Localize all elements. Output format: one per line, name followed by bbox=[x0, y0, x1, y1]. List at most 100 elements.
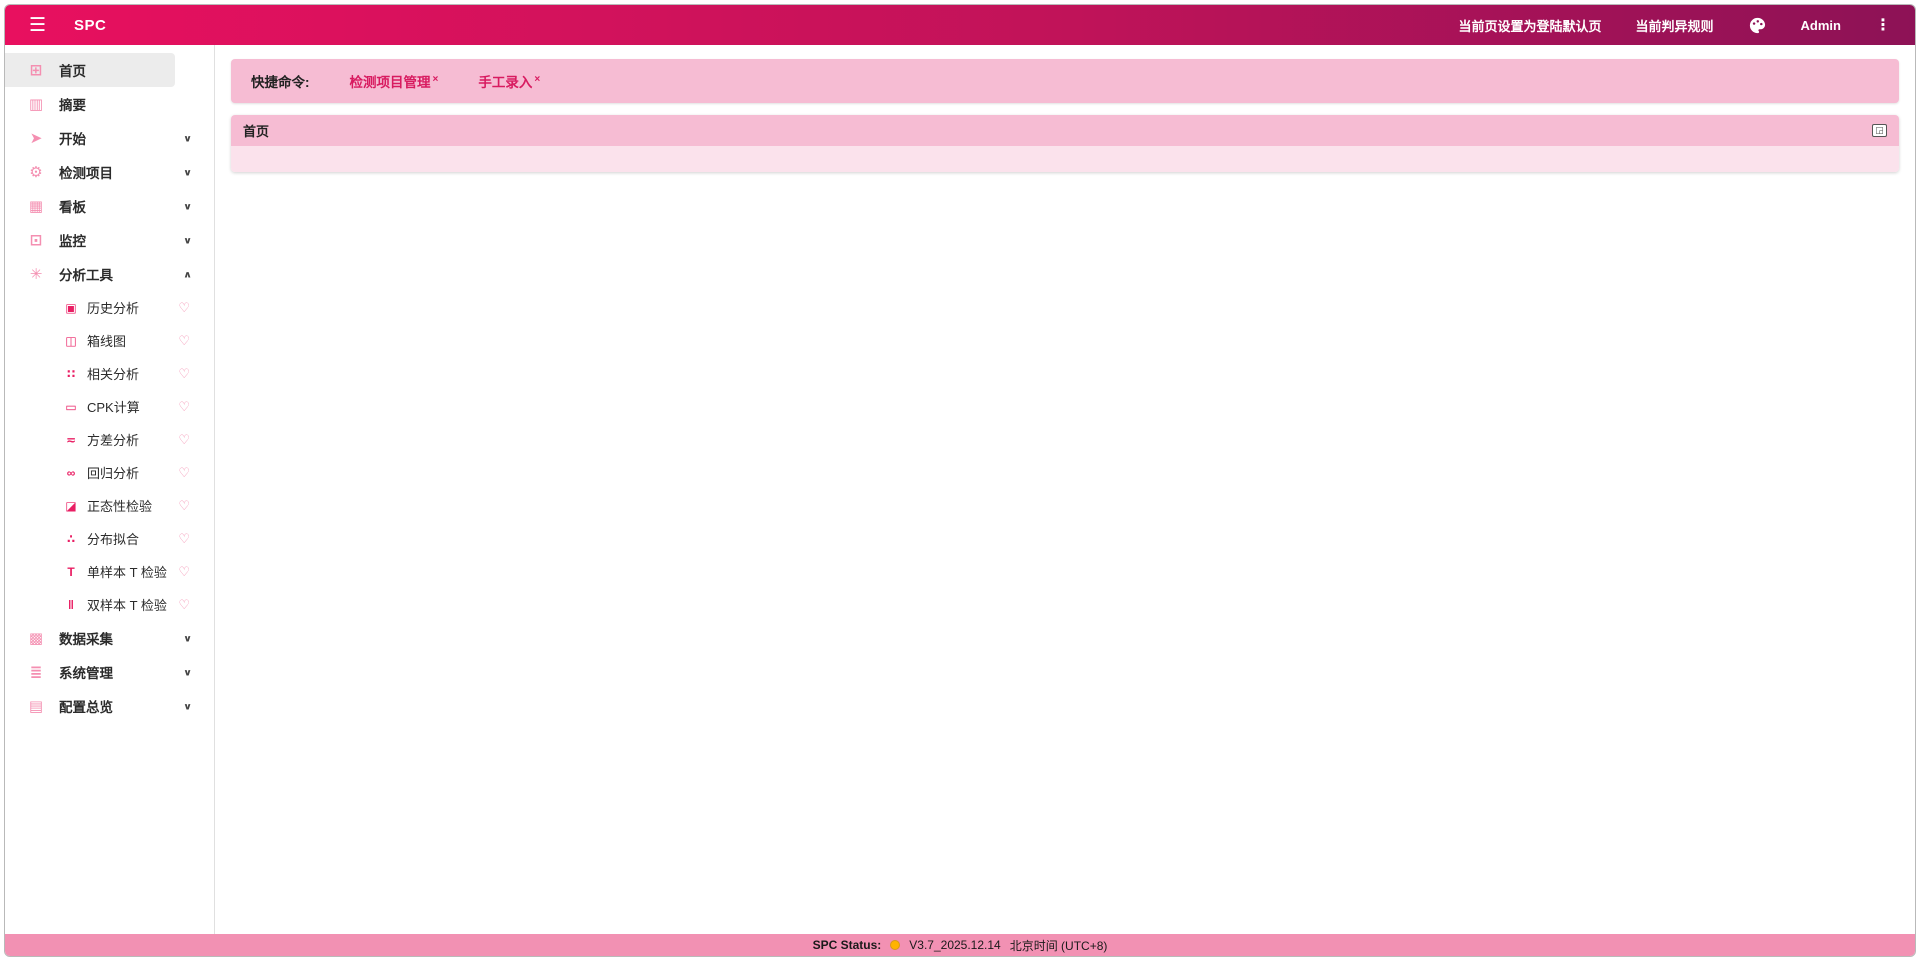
close-icon[interactable]: × bbox=[534, 74, 540, 85]
sidebar-subitem-box-plot[interactable]: ◫ 箱线图 ♡ bbox=[5, 324, 214, 357]
analysis-tools-icon: ✳ bbox=[27, 265, 45, 283]
sidebar-item-label: 监控 bbox=[59, 230, 86, 250]
status-dot-icon bbox=[890, 940, 900, 950]
sidebar-subitem-label: 单样本 T 检验 bbox=[87, 562, 167, 581]
sidebar-item-home[interactable]: ⊞首页 bbox=[5, 53, 175, 87]
sidebar-item-label: 看板 bbox=[59, 196, 86, 216]
sidebar-subitem-correlation-analysis[interactable]: ∷ 相关分析 ♡ bbox=[5, 357, 214, 390]
sidebar-item-config-overview[interactable]: ▤ 配置总览 ∨ bbox=[5, 689, 214, 723]
favorite-heart-icon[interactable]: ♡ bbox=[178, 498, 190, 514]
chevron-down-icon: ∨ bbox=[183, 700, 192, 711]
favorite-heart-icon[interactable]: ♡ bbox=[178, 432, 190, 448]
sidebar-item-label: 检测项目 bbox=[59, 162, 113, 182]
sidebar-item-label: 首页 bbox=[59, 60, 86, 80]
chevron-down-icon: ∨ bbox=[183, 200, 192, 211]
sidebar-subitem-distribution-fit[interactable]: ∴ 分布拟合 ♡ bbox=[5, 522, 214, 555]
sidebar-subitem-label: 历史分析 bbox=[87, 298, 139, 317]
sidebar-subitem-label: 正态性检验 bbox=[87, 496, 152, 515]
hamburger-menu-icon[interactable]: ☰ bbox=[29, 14, 46, 37]
panel-title: 首页 bbox=[243, 121, 269, 140]
status-bar: SPC Status: V3.7_2025.12.14 北京时间 (UTC+8) bbox=[5, 934, 1915, 956]
sidebar-subitem-label: 箱线图 bbox=[87, 331, 126, 350]
sidebar-subitem-two-sample-t[interactable]: ‖ 双样本 T 检验 ♡ bbox=[5, 588, 214, 621]
cpk-calc-icon: ▭ bbox=[63, 400, 79, 414]
chevron-up-icon: ∧ bbox=[183, 268, 192, 279]
sidebar-item-label: 分析工具 bbox=[59, 264, 113, 284]
distribution-fit-icon: ∴ bbox=[63, 532, 79, 546]
sidebar-subitem-label: 分布拟合 bbox=[87, 529, 139, 548]
chevron-down-icon: ∨ bbox=[183, 132, 192, 143]
favorite-heart-icon[interactable]: ♡ bbox=[178, 399, 190, 415]
history-analysis-icon: ▣ bbox=[63, 301, 79, 315]
sidebar-item-label: 系统管理 bbox=[59, 662, 113, 682]
home-panel: 首页 ◲ bbox=[231, 115, 1899, 172]
two-sample-t-icon: ‖ bbox=[63, 598, 79, 612]
favorite-heart-icon[interactable]: ♡ bbox=[178, 465, 190, 481]
app-title: SPC bbox=[74, 17, 106, 34]
correlation-analysis-icon: ∷ bbox=[63, 367, 79, 381]
sidebar-item-analysis-tools[interactable]: ✳ 分析工具 ∧ bbox=[5, 257, 214, 291]
sidebar-subitem-label: 相关分析 bbox=[87, 364, 139, 383]
sidebar-subitem-regression[interactable]: ∞ 回归分析 ♡ bbox=[5, 456, 214, 489]
user-menu[interactable]: Admin bbox=[1801, 18, 1841, 33]
close-icon[interactable]: × bbox=[433, 74, 439, 85]
favorite-heart-icon[interactable]: ♡ bbox=[178, 531, 190, 547]
sidebar-subitem-anova[interactable]: ≂ 方差分析 ♡ bbox=[5, 423, 214, 456]
kebab-menu-icon[interactable]: ⋮ bbox=[1875, 15, 1891, 35]
data-collection-icon: ▩ bbox=[27, 629, 45, 647]
top-bar: ☰ SPC 当前页设置为登陆默认页 当前判异规则 Admin ⋮ bbox=[5, 5, 1915, 45]
chevron-down-icon: ∨ bbox=[183, 666, 192, 677]
chevron-down-icon: ∨ bbox=[183, 234, 192, 245]
sidebar-item-label: 配置总览 bbox=[59, 696, 113, 716]
status-label: SPC Status: bbox=[813, 938, 882, 952]
quick-tag-manual-entry[interactable]: 手工录入× bbox=[478, 71, 540, 91]
palette-icon[interactable] bbox=[1748, 16, 1767, 35]
sidebar: ⊞首页 ▥ 摘要 ➤ 开始 ∨ ⚙ 检测项目 ∨ ▦ 看板 ∨ ⊡ 监控 ∨ ✳ 分析工具 ∧ ▣ 历史分析 ♡ ◫ 箱线图… bbox=[5, 45, 215, 934]
chevron-down-icon: ∨ bbox=[183, 166, 192, 177]
regression-icon: ∞ bbox=[63, 466, 79, 480]
sidebar-subitem-one-sample-t[interactable]: T单样本 T 检验♡ bbox=[5, 555, 214, 588]
favorite-heart-icon[interactable]: ♡ bbox=[178, 366, 190, 382]
sidebar-item-label: 数据采集 bbox=[59, 628, 113, 648]
set-default-page-link[interactable]: 当前页设置为登陆默认页 bbox=[1459, 16, 1602, 35]
sidebar-subitem-history-analysis[interactable]: ▣ 历史分析 ♡ bbox=[5, 291, 214, 324]
sidebar-subitem-label: 方差分析 bbox=[87, 430, 139, 449]
start-icon: ➤ bbox=[27, 129, 45, 147]
expand-icon[interactable]: ◲ bbox=[1872, 124, 1887, 137]
sidebar-subitem-normality-test[interactable]: ◪ 正态性检验 ♡ bbox=[5, 489, 214, 522]
sidebar-item-system-management[interactable]: ≣ 系统管理 ∨ bbox=[5, 655, 214, 689]
favorite-heart-icon[interactable]: ♡ bbox=[178, 564, 190, 580]
sidebar-item-board[interactable]: ▦ 看板 ∨ bbox=[5, 189, 214, 223]
inspection-items-icon: ⚙ bbox=[27, 163, 45, 181]
status-timezone: 北京时间 (UTC+8) bbox=[1010, 937, 1108, 954]
sidebar-subitem-label: 双样本 T 检验 bbox=[87, 595, 167, 614]
favorite-heart-icon[interactable]: ♡ bbox=[178, 300, 190, 316]
config-overview-icon: ▤ bbox=[27, 697, 45, 715]
sidebar-item-inspection-items[interactable]: ⚙ 检测项目 ∨ bbox=[5, 155, 214, 189]
chevron-down-icon: ∨ bbox=[183, 632, 192, 643]
favorite-heart-icon[interactable]: ♡ bbox=[178, 597, 190, 613]
sidebar-item-label: 开始 bbox=[59, 128, 86, 148]
monitor-icon: ⊡ bbox=[27, 231, 45, 249]
main-content: 快捷命令: 检测项目管理× 手工录入× 首页 ◲ bbox=[215, 45, 1915, 934]
sidebar-item-label: 摘要 bbox=[59, 94, 86, 114]
quick-command-bar: 快捷命令: 检测项目管理× 手工录入× bbox=[231, 59, 1899, 103]
board-icon: ▦ bbox=[27, 197, 45, 215]
sidebar-item-summary[interactable]: ▥ 摘要 bbox=[5, 87, 214, 121]
quick-tag-inspection-management[interactable]: 检测项目管理× bbox=[350, 71, 439, 91]
system-management-icon: ≣ bbox=[27, 663, 45, 681]
current-rules-link[interactable]: 当前判异规则 bbox=[1636, 16, 1714, 35]
summary-icon: ▥ bbox=[27, 95, 45, 113]
sidebar-item-data-collection[interactable]: ▩ 数据采集 ∨ bbox=[5, 621, 214, 655]
favorite-heart-icon[interactable]: ♡ bbox=[178, 333, 190, 349]
sidebar-item-monitor[interactable]: ⊡ 监控 ∨ bbox=[5, 223, 214, 257]
sidebar-item-start[interactable]: ➤ 开始 ∨ bbox=[5, 121, 214, 155]
sidebar-subitem-label: 回归分析 bbox=[87, 463, 139, 482]
quick-command-label: 快捷命令: bbox=[251, 71, 310, 91]
anova-icon: ≂ bbox=[63, 433, 79, 447]
sidebar-subitem-label: CPK计算 bbox=[87, 397, 140, 416]
normality-test-icon: ◪ bbox=[63, 499, 79, 513]
status-version: V3.7_2025.12.14 bbox=[909, 938, 1000, 952]
sidebar-subitem-cpk-calc[interactable]: ▭ CPK计算 ♡ bbox=[5, 390, 214, 423]
box-plot-icon: ◫ bbox=[63, 334, 79, 348]
